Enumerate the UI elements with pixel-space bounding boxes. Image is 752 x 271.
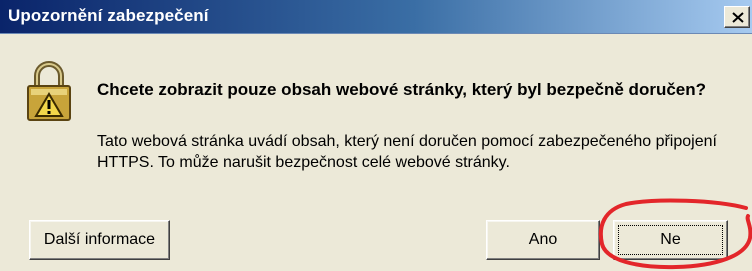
close-button[interactable] — [724, 6, 750, 28]
more-info-button[interactable]: Další informace — [29, 220, 170, 260]
dialog-question: Chcete zobrazit pouze obsah webové strán… — [97, 80, 707, 99]
dialog-title: Upozornění zabezpečení — [8, 6, 209, 25]
close-icon — [732, 12, 744, 23]
dialog-message: Tato webová stránka uvádí obsah, který n… — [97, 133, 717, 171]
padlock-warning-icon — [27, 61, 71, 121]
yes-button[interactable]: Ano — [486, 220, 600, 260]
title-bar[interactable]: Upozornění zabezpečení — [0, 0, 752, 34]
red-circle-annotation — [598, 198, 752, 270]
security-warning-dialog: Upozornění zabezpečení Chcete zobrazit p… — [0, 0, 752, 271]
